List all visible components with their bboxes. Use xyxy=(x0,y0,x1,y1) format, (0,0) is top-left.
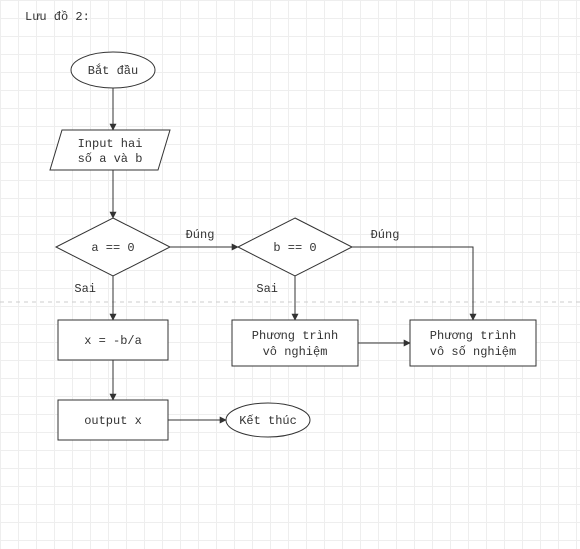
box-vo-so-nghiem: Phương trình vô số nghiệm xyxy=(410,320,536,366)
process-calc: x = -b/a xyxy=(58,320,168,360)
vo-nghiem-l1: Phương trình xyxy=(252,329,338,343)
decision-b-label: b == 0 xyxy=(273,241,316,255)
process-output: output x xyxy=(58,400,168,440)
input-node: Input hai số a và b xyxy=(50,130,170,170)
vo-nghiem-l2: vô nghiệm xyxy=(263,345,328,359)
end-node: Kết thúc xyxy=(226,403,310,437)
label-false-b: Sai xyxy=(256,282,278,296)
label-true-b: Đúng xyxy=(371,228,400,242)
end-label: Kết thúc xyxy=(239,414,297,428)
flowchart-canvas: Bắt đầu Input hai số a và b a == 0 b == … xyxy=(0,0,580,549)
decision-b: b == 0 xyxy=(238,218,352,276)
start-node: Bắt đầu xyxy=(71,52,155,88)
start-label: Bắt đầu xyxy=(88,62,138,78)
decision-a-label: a == 0 xyxy=(91,241,134,255)
process-output-label: output x xyxy=(84,414,142,428)
edge-decb-vosonghiem xyxy=(352,247,473,320)
decision-a: a == 0 xyxy=(56,218,170,276)
vo-so-nghiem-l2: vô số nghiệm xyxy=(430,345,516,359)
vo-so-nghiem-l1: Phương trình xyxy=(430,329,516,343)
input-line1: Input hai xyxy=(78,137,143,151)
process-calc-label: x = -b/a xyxy=(84,334,142,348)
label-true-a: Đúng xyxy=(186,228,215,242)
input-line2: số a và b xyxy=(78,152,143,166)
box-vo-nghiem: Phương trình vô nghiệm xyxy=(232,320,358,366)
label-false-a: Sai xyxy=(74,282,96,296)
